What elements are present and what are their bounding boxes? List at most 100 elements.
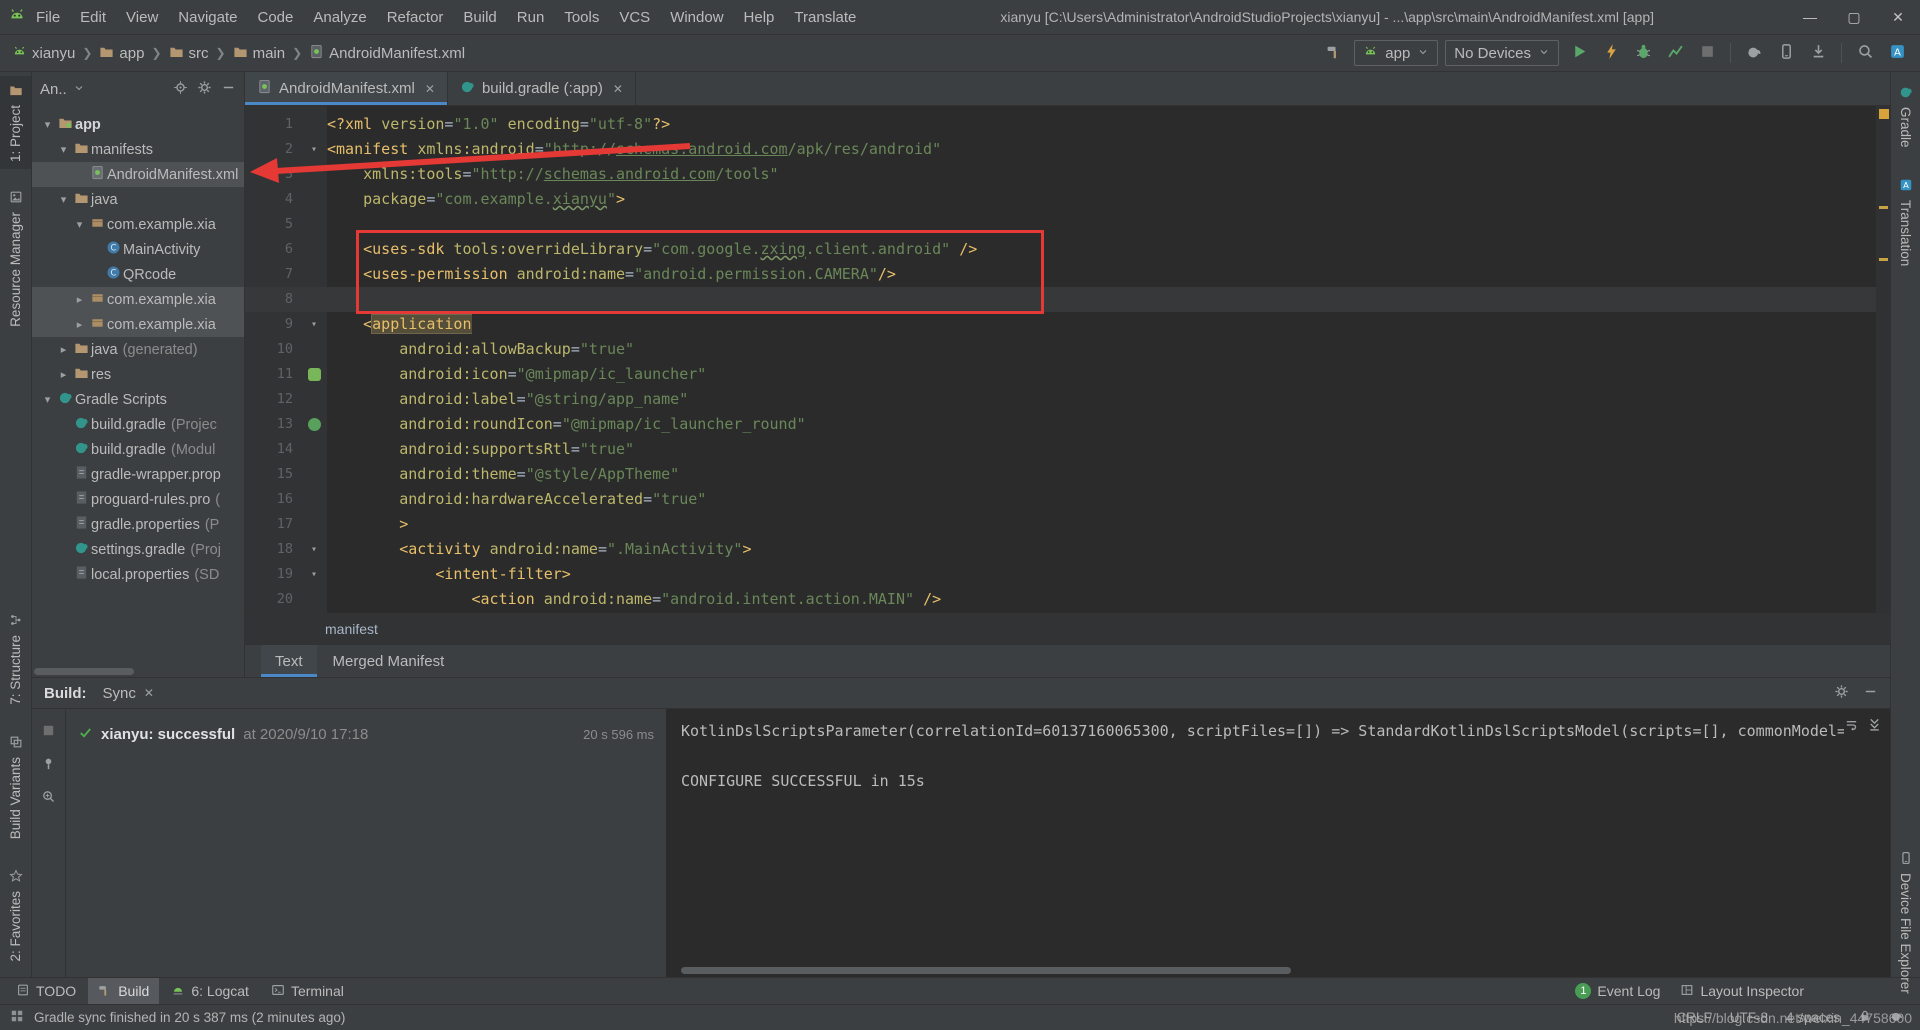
fold-marker-icon[interactable]: ▾	[311, 537, 317, 562]
debug-button[interactable]	[1630, 40, 1656, 66]
tree-item-settings-gradle[interactable]: settings.gradle(Proj	[32, 537, 244, 562]
maximize-button[interactable]: ▢	[1832, 0, 1876, 34]
close-icon[interactable]: ✕	[425, 82, 435, 96]
tree-expand-icon[interactable]: ▾	[40, 118, 55, 131]
warning-mark[interactable]	[1879, 206, 1888, 209]
code-line-4[interactable]: 4 package="com.example.xianyu">	[245, 187, 1876, 212]
code-line-17[interactable]: 17 >	[245, 512, 1876, 537]
menu-code[interactable]: Code	[247, 0, 303, 34]
tool-strip-button-project[interactable]: 1: Project	[0, 76, 31, 169]
menu-edit[interactable]: Edit	[70, 0, 116, 34]
stop-button[interactable]	[1694, 40, 1720, 66]
tree-expand-icon[interactable]: ▸	[72, 293, 87, 306]
tree-item-local-properties[interactable]: local.properties(SD	[32, 562, 244, 587]
hide-icon[interactable]	[1863, 684, 1878, 703]
code-area[interactable]: 1<?xml version="1.0" encoding="utf-8"?>2…	[245, 106, 1890, 613]
chevron-down-icon[interactable]	[73, 80, 85, 98]
tool-strip-button-structure[interactable]: 7: Structure	[0, 606, 31, 712]
gear-button[interactable]	[197, 80, 212, 99]
menu-file[interactable]: File	[26, 0, 70, 34]
tree-expand-icon[interactable]: ▸	[56, 343, 71, 356]
code-editor[interactable]: 1<?xml version="1.0" encoding="utf-8"?>2…	[245, 106, 1876, 613]
pin-button[interactable]	[41, 756, 56, 775]
tree-item-com-example-xia[interactable]: ▸com.example.xia	[32, 287, 244, 312]
breadcrumb-src[interactable]: src	[167, 44, 211, 63]
toolwindow-button-layout-inspector[interactable]: Layout Inspector	[1670, 978, 1814, 1004]
soft-wrap-button[interactable]	[1844, 715, 1859, 740]
tool-strip-button-build-variants[interactable]: Build Variants	[0, 728, 31, 846]
build-hammer-button[interactable]	[1321, 40, 1347, 66]
tree-item-com-example-xia[interactable]: ▸com.example.xia	[32, 312, 244, 337]
close-button[interactable]: ✕	[1876, 0, 1920, 34]
project-view-selector[interactable]: An..	[40, 81, 67, 98]
run-configuration-select[interactable]: app	[1354, 40, 1438, 66]
breadcrumb-manifest[interactable]: manifest	[325, 621, 378, 637]
tree-item-mainactivity[interactable]: CMainActivity	[32, 237, 244, 262]
toolwindow-button-build[interactable]: Build	[88, 978, 159, 1004]
tool-strip-button-gradle[interactable]: Gradle	[1891, 78, 1920, 155]
code-line-18[interactable]: 18▾ <activity android:name=".MainActivit…	[245, 537, 1876, 562]
tree-expand-icon[interactable]: ▾	[72, 218, 87, 231]
tree-item-com-example-xia[interactable]: ▾com.example.xia	[32, 212, 244, 237]
code-line-16[interactable]: 16 android:hardwareAccelerated="true"	[245, 487, 1876, 512]
code-line-9[interactable]: 9▾ <application	[245, 312, 1876, 337]
sdk-manager-button[interactable]	[1805, 40, 1831, 66]
fold-marker-icon[interactable]: ▾	[311, 137, 317, 162]
inspections-indicator-icon[interactable]	[1879, 109, 1889, 119]
code-line-5[interactable]: 5	[245, 212, 1876, 237]
tree-item-androidmanifest-xml[interactable]: AndroidManifest.xml	[32, 162, 244, 187]
editor-tab-androidmanifest-xml[interactable]: AndroidManifest.xml✕	[245, 72, 448, 105]
horizontal-scrollbar[interactable]	[34, 668, 134, 675]
minimize-button[interactable]: —	[1788, 0, 1832, 34]
editor-tab-build-gradle-app-[interactable]: build.gradle (:app)✕	[448, 72, 636, 105]
menu-help[interactable]: Help	[734, 0, 785, 34]
tab-text[interactable]: Text	[261, 645, 317, 677]
run-button[interactable]	[1566, 40, 1592, 66]
search-everywhere-button[interactable]	[1852, 40, 1878, 66]
code-line-6[interactable]: 6 <uses-sdk tools:overrideLibrary="com.g…	[245, 237, 1876, 262]
tree-item-proguard-rules-pro[interactable]: proguard-rules.pro(	[32, 487, 244, 512]
breadcrumb-app[interactable]: app	[97, 44, 146, 63]
tool-strip-button-favorites[interactable]: 2: Favorites	[0, 862, 31, 969]
tool-strip-button-resource-manager[interactable]: Resource Manager	[0, 183, 31, 334]
code-line-12[interactable]: 12 android:label="@string/app_name"	[245, 387, 1876, 412]
breadcrumb-androidmanifest.xml[interactable]: AndroidManifest.xml	[307, 44, 467, 63]
tree-item-java[interactable]: ▸java(generated)	[32, 337, 244, 362]
toolwindow-button-6-logcat[interactable]: 6: Logcat	[161, 978, 259, 1004]
tree-expand-icon[interactable]: ▾	[40, 393, 55, 406]
profiler-button[interactable]	[1662, 40, 1688, 66]
tree-item-qrcode[interactable]: CQRcode	[32, 262, 244, 287]
tree-item-manifests[interactable]: ▾manifests	[32, 137, 244, 162]
tree-expand-icon[interactable]: ▾	[56, 143, 71, 156]
tree-expand-icon[interactable]: ▸	[72, 318, 87, 331]
breadcrumb-main[interactable]: main	[231, 44, 288, 63]
menu-translate[interactable]: Translate	[784, 0, 866, 34]
tab-merged-manifest[interactable]: Merged Manifest	[319, 645, 459, 677]
menu-tools[interactable]: Tools	[554, 0, 609, 34]
minus-button[interactable]	[221, 80, 236, 99]
tree-item-build-gradle[interactable]: build.gradle(Projec	[32, 412, 244, 437]
code-line-14[interactable]: 14 android:supportsRtl="true"	[245, 437, 1876, 462]
code-line-8[interactable]: 8	[245, 287, 1876, 312]
round-icon-preview[interactable]	[308, 418, 321, 431]
stop-button[interactable]	[41, 723, 56, 742]
build-tab-sync[interactable]: Sync ✕	[103, 685, 154, 702]
build-console[interactable]: KotlinDslScriptsParameter(correlationId=…	[667, 709, 1890, 977]
warning-mark[interactable]	[1879, 258, 1888, 261]
tree-item-java[interactable]: ▾java	[32, 187, 244, 212]
avd-manager-button[interactable]	[1773, 40, 1799, 66]
menu-analyze[interactable]: Analyze	[303, 0, 376, 34]
tree-item-gradle-properties[interactable]: gradle.properties(P	[32, 512, 244, 537]
toolwindow-button-todo[interactable]: TODO	[6, 978, 86, 1004]
close-icon[interactable]: ✕	[144, 686, 154, 700]
close-icon[interactable]: ✕	[613, 82, 623, 96]
tree-item-app[interactable]: ▾app	[32, 112, 244, 137]
fold-marker-icon[interactable]: ▾	[311, 562, 317, 587]
tree-item-res[interactable]: ▸res	[32, 362, 244, 387]
code-line-19[interactable]: 19▾ <intent-filter>	[245, 562, 1876, 587]
code-line-7[interactable]: 7 <uses-permission android:name="android…	[245, 262, 1876, 287]
code-line-20[interactable]: 20 <action android:name="android.intent.…	[245, 587, 1876, 612]
fold-marker-icon[interactable]: ▾	[311, 312, 317, 337]
tool-window-switcher-icon[interactable]	[10, 1009, 24, 1026]
tree-item-build-gradle[interactable]: build.gradle(Modul	[32, 437, 244, 462]
